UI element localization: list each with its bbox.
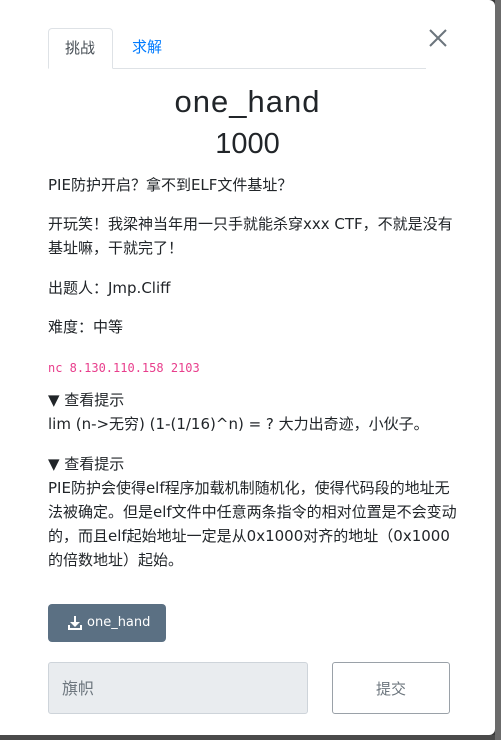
tab-bar: 挑战 求解 [48, 28, 426, 69]
download-file-label: one_hand [87, 615, 151, 630]
submit-button[interactable]: 提交 [332, 662, 450, 714]
backdrop-edge-bottom [0, 735, 495, 740]
hint-toggle[interactable]: ▼ 查看提示 [48, 453, 124, 475]
challenge-modal: 挑战 求解 one_hand 1000 PIE防护开启？拿不到ELF文件基址？ … [0, 0, 495, 735]
description-line: PIE防护开启？拿不到ELF文件基址？ [48, 176, 293, 194]
download-file-button[interactable]: one_hand [48, 604, 166, 642]
flag-input[interactable] [48, 662, 308, 714]
challenge-value: 1000 [215, 128, 280, 160]
difficulty-line: 难度：中等 [48, 318, 124, 336]
close-icon[interactable] [426, 26, 450, 50]
hint-content: PIE防护会使得elf程序加载机制随机化，使得代码段的地址无法被确定。但是elf… [48, 479, 457, 569]
download-icon [68, 616, 82, 630]
connection-command: nc 8.130.110.158 2103 [48, 361, 200, 375]
tab-solves[interactable]: 求解 [116, 28, 178, 68]
author-line: 出题人：Jmp.Cliff [48, 279, 171, 297]
description-line: 开玩笑！我梁神当年用一只手就能杀穿xxx CTF，不就是没有基址嘛，干就完了！ [48, 215, 453, 257]
hint-content: lim (n->无穷) (1-(1/16)^n) = ? 大力出奇迹，小伙子。 [48, 415, 429, 433]
tab-challenge[interactable]: 挑战 [48, 28, 113, 69]
hint-toggle[interactable]: ▼ 查看提示 [48, 389, 124, 411]
challenge-name: one_hand [174, 84, 321, 119]
backdrop-edge-right [495, 0, 501, 740]
